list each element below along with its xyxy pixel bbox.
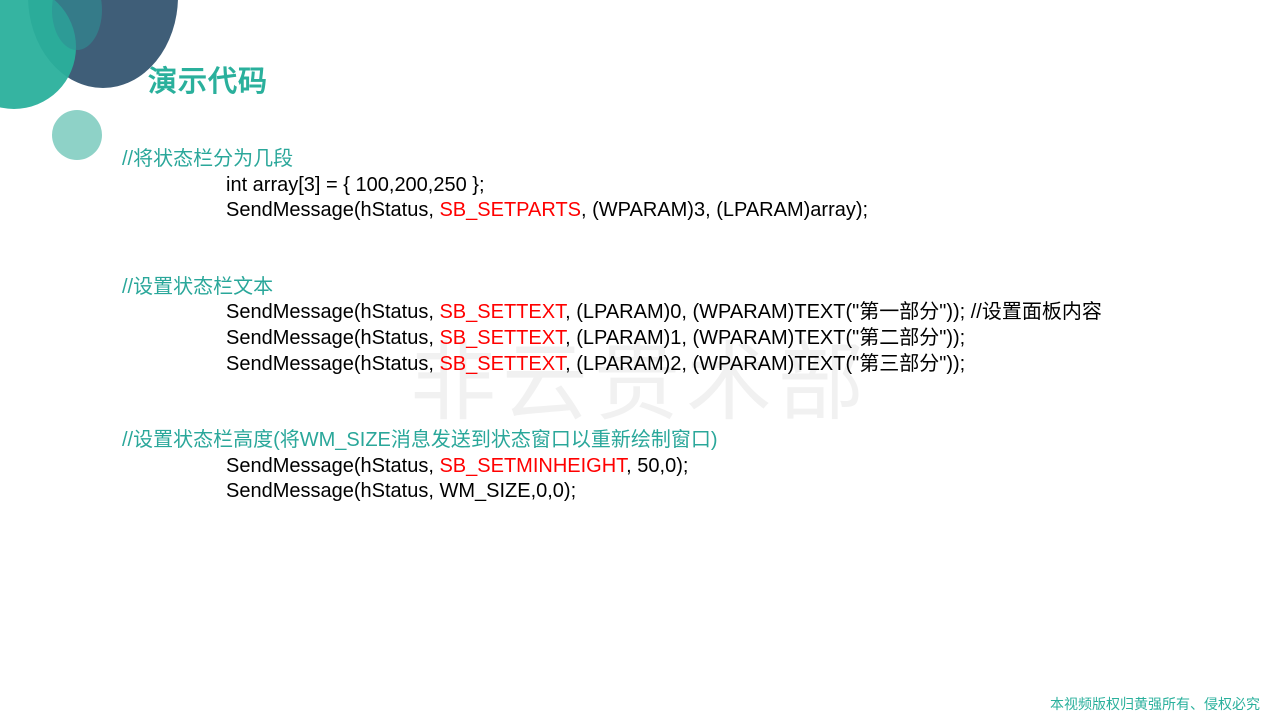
code-text: , (LPARAM)1, (WPARAM)TEXT("第二部分")); (565, 326, 966, 349)
code-text: , 50,0); (626, 454, 689, 477)
code-line: SendMessage(hStatus, SB_SETTEXT, (LPARAM… (122, 352, 1222, 378)
code-line: SendMessage(hStatus, WM_SIZE,0,0); (122, 479, 1222, 505)
code-line: SendMessage(hStatus, SB_SETTEXT, (LPARAM… (122, 300, 1222, 326)
code-area: //将状态栏分为几段 int array[3] = { 100,200,250 … (122, 147, 1222, 556)
code-comment: //设置状态栏文本 (122, 275, 274, 298)
code-text: , (WPARAM)3, (LPARAM)array); (581, 199, 869, 222)
code-text: SendMessage(hStatus, WM_SIZE,0,0); (226, 480, 577, 503)
code-comment: //将状态栏分为几段 (122, 148, 294, 170)
code-block-setminheight: //设置状态栏高度(将WM_SIZE消息发送到状态窗口以重新绘制窗口) Send… (122, 428, 1222, 505)
code-text: SendMessage(hStatus, (226, 301, 440, 324)
code-keyword: SB_SETTEXT (439, 352, 566, 375)
code-line: SendMessage(hStatus, SB_SETTEXT, (LPARAM… (122, 326, 1222, 352)
code-keyword: SB_SETPARTS (439, 199, 582, 222)
copyright-footer: 本视频版权归黄强所有、侵权必究 (1050, 697, 1260, 713)
code-text: SendMessage(hStatus, (226, 454, 440, 477)
code-keyword: SB_SETMINHEIGHT (439, 454, 627, 477)
code-block-settext: //设置状态栏文本 SendMessage(hStatus, SB_SETTEX… (122, 275, 1222, 377)
code-line: SendMessage(hStatus, SB_SETMINHEIGHT, 50… (122, 454, 1222, 480)
code-text: SendMessage(hStatus, (226, 352, 440, 375)
decorative-circle-small (52, 110, 102, 160)
code-keyword: SB_SETTEXT (439, 301, 566, 324)
code-text: , (LPARAM)0, (WPARAM)TEXT("第一部分")); //设置… (565, 301, 1102, 324)
code-block-setparts: //将状态栏分为几段 int array[3] = { 100,200,250 … (122, 147, 1222, 224)
code-text: SendMessage(hStatus, (226, 199, 440, 222)
code-comment: //设置状态栏高度(将WM_SIZE消息发送到状态窗口以重新绘制窗口) (122, 429, 718, 452)
code-keyword: SB_SETTEXT (439, 326, 566, 349)
code-line: SendMessage(hStatus, SB_SETPARTS, (WPARA… (122, 198, 1222, 224)
code-text: SendMessage(hStatus, (226, 326, 440, 349)
slide-title: 演示代码 (148, 64, 269, 98)
code-text: int array[3] = { 100,200,250 }; (226, 173, 485, 196)
code-text: , (LPARAM)2, (WPARAM)TEXT("第三部分")); (565, 352, 966, 375)
code-line: int array[3] = { 100,200,250 }; (122, 173, 1222, 199)
